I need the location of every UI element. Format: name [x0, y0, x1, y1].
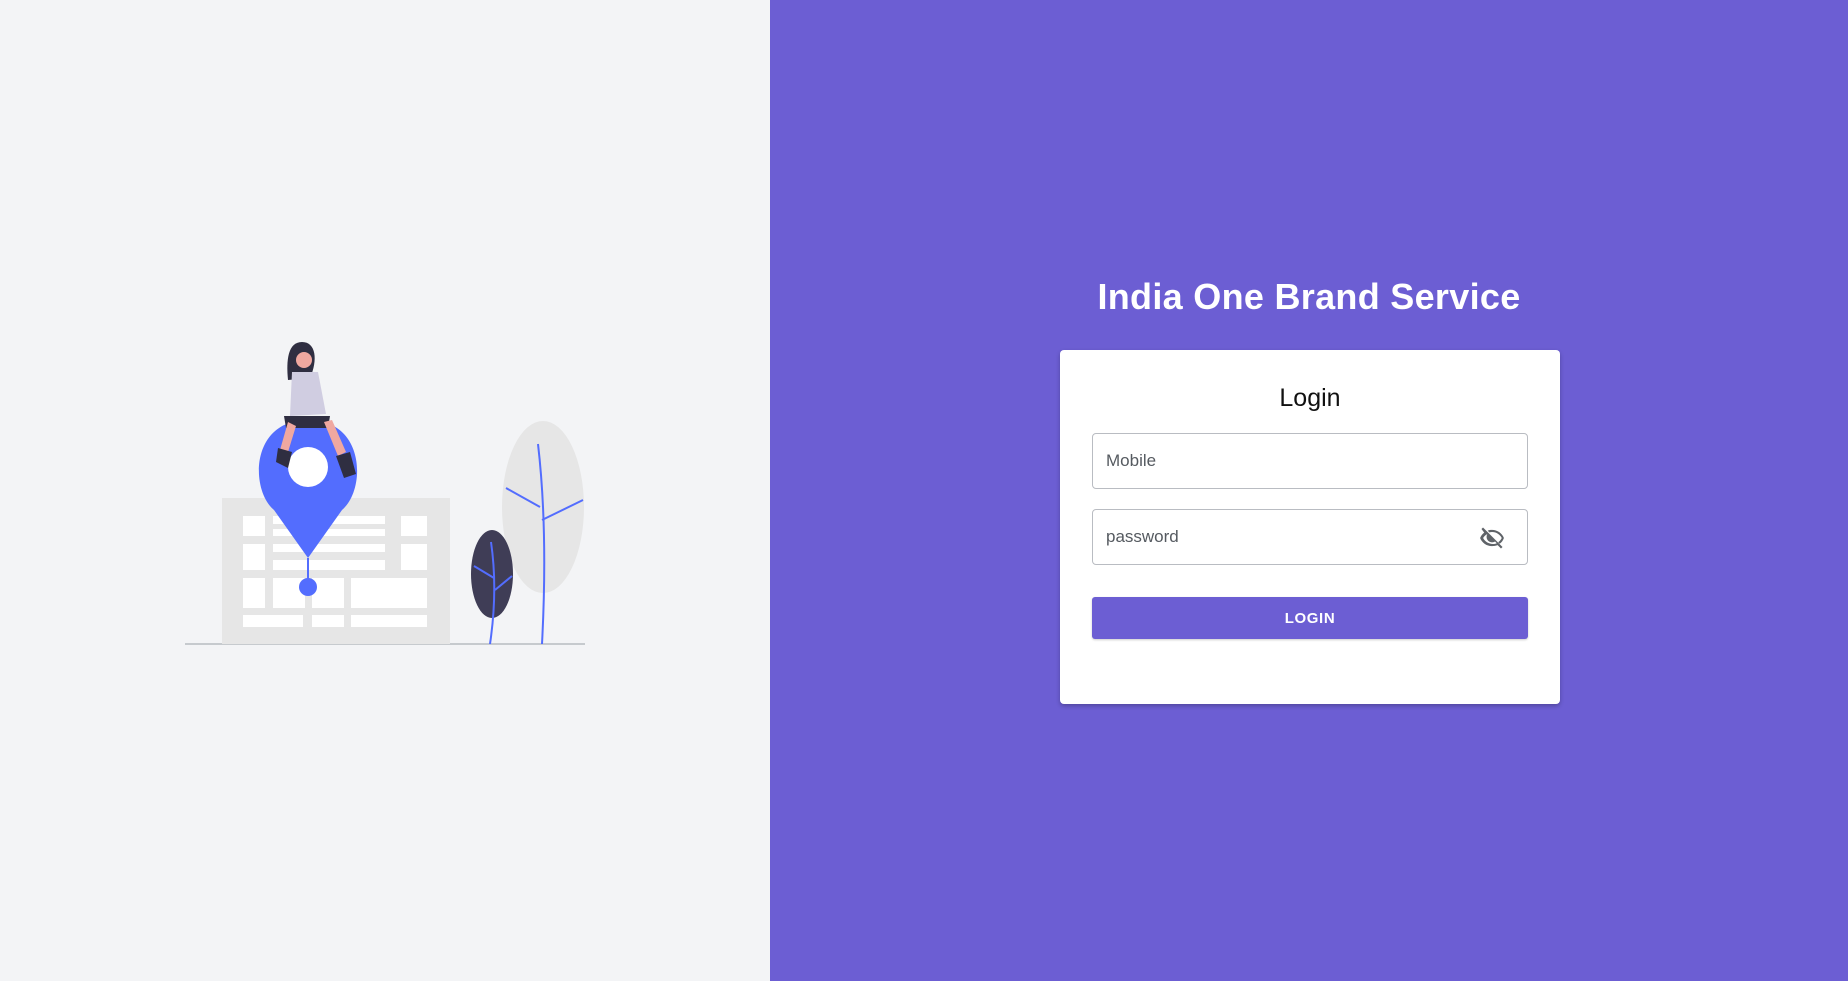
login-button[interactable]: LOGIN	[1092, 597, 1528, 639]
password-input[interactable]	[1093, 510, 1527, 564]
login-panel: India One Brand Service Login LOGIN	[770, 0, 1848, 981]
login-title: Login	[1279, 384, 1341, 412]
location-pin-illustration	[185, 342, 585, 645]
eye-off-icon[interactable]	[1479, 525, 1505, 551]
login-card: Login LOGIN	[1060, 350, 1560, 704]
illustration-panel	[0, 0, 770, 981]
app-title: India One Brand Service	[1097, 276, 1521, 317]
mobile-input[interactable]	[1093, 434, 1527, 488]
login-page: India One Brand Service Login LOGIN	[0, 0, 1848, 981]
mobile-field	[1092, 433, 1528, 489]
password-field	[1092, 509, 1528, 565]
